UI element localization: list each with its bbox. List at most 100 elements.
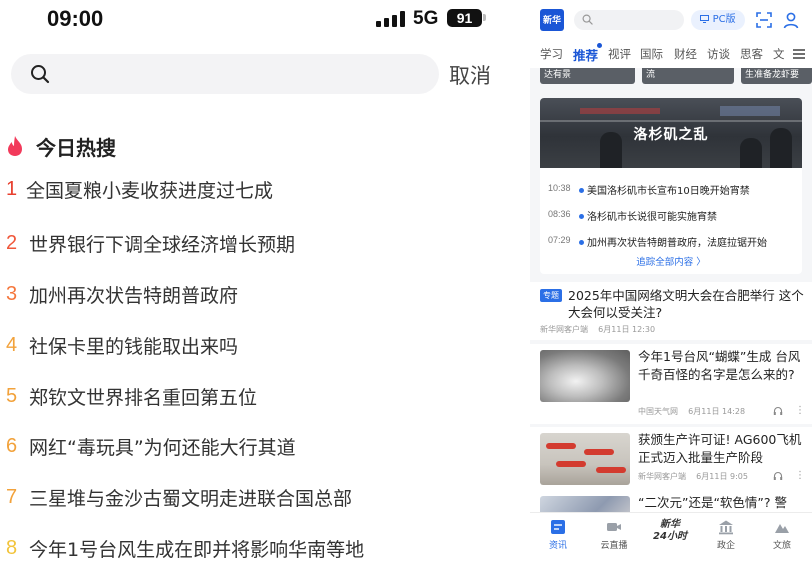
- tab-label: 政企: [716, 541, 735, 551]
- hot-rank: 5: [6, 385, 18, 407]
- special-badge: 专题: [540, 289, 562, 302]
- hot-rank: 2: [6, 232, 18, 254]
- search-icon: [582, 14, 593, 25]
- thumbnail-strip: 达有景 流 生准备龙虾要: [530, 68, 812, 86]
- channel-tabs: 学习 推荐 视评 国际 财经 访谈 思客 文: [530, 40, 812, 68]
- news-meta: 新华网客户端 6月11日 9:05: [638, 471, 748, 482]
- signal-icon: [376, 11, 406, 27]
- timeline-time: 10:38: [548, 183, 571, 193]
- tab-label: 文旅: [772, 541, 791, 551]
- user-icon[interactable]: [782, 11, 800, 29]
- tab-finance[interactable]: 财经: [674, 46, 697, 62]
- headphones-icon[interactable]: [773, 471, 783, 481]
- news-source: 新华网客户端: [638, 472, 686, 481]
- thumbnail-item[interactable]: 生准备龙虾要: [741, 68, 812, 84]
- video-camera-icon: [607, 523, 621, 531]
- thumbnail-item[interactable]: 达有景: [540, 68, 635, 84]
- timeline-text: 美国洛杉矶市长宣布10日晚开始宵禁: [587, 186, 750, 197]
- news-headline: 今年1号台风“蝴蝶”生成 台风千奇百怪的名字是怎么来的?: [638, 349, 801, 382]
- follow-all-link[interactable]: 追踪全部内容 〉: [540, 254, 802, 268]
- news-app-screen: 新华 PC版 学习 推荐 视评 国际 财经 访谈 思客 文 达有景 流 生准备龙…: [530, 0, 812, 564]
- scan-icon[interactable]: [755, 11, 773, 29]
- hot-text: 郑钦文世界排名重回第五位: [29, 387, 258, 409]
- news-item[interactable]: 今年1号台风“蝴蝶”生成 台风千奇百怪的名字是怎么来的? 中国天气网 6月11日…: [530, 344, 812, 424]
- tab-recommend[interactable]: 推荐: [573, 45, 598, 64]
- pc-version-button[interactable]: PC版: [691, 10, 745, 30]
- status-bar: 09:00 5G 91: [0, 0, 530, 40]
- timeline-dot: [579, 214, 584, 219]
- hot-rank: 7: [6, 486, 18, 508]
- topic-meta: 新华网客户端 6月11日 12:30: [540, 324, 655, 335]
- hot-text: 世界银行下调全球经济增长预期: [29, 234, 296, 256]
- battery-icon: 91: [447, 9, 482, 27]
- news-time: 6月11日 14:28: [688, 407, 746, 416]
- tab-label: 资讯: [548, 541, 567, 551]
- hot-text: 加州再次状告特朗普政府: [29, 285, 239, 307]
- tab-government[interactable]: 政企: [698, 513, 754, 564]
- tab-study[interactable]: 学习: [540, 46, 563, 62]
- header-search-box[interactable]: [574, 10, 684, 30]
- tab-live[interactable]: 云直播: [586, 513, 642, 564]
- timeline-dot: [579, 240, 584, 245]
- pc-version-label: PC版: [712, 14, 736, 25]
- thumbnail-item[interactable]: 流: [642, 68, 734, 84]
- timeline-item[interactable]: 10:38 美国洛杉矶市长宣布10日晚开始宵禁: [540, 180, 802, 200]
- more-icon[interactable]: ⋮: [795, 406, 805, 416]
- timeline-text: 洛杉矶市长说很可能实施宵禁: [587, 212, 717, 223]
- hot-rank: 8: [6, 537, 18, 559]
- building-icon: [719, 520, 733, 535]
- timeline-dot: [579, 188, 584, 193]
- tab-interview[interactable]: 访谈: [707, 46, 730, 62]
- news-thumbnail: [540, 433, 630, 485]
- timeline-text: 加州再次状告特朗普政府，法庭拉锯开始: [587, 238, 767, 249]
- hot-rank: 6: [6, 435, 18, 457]
- app-logo: 新华: [540, 9, 564, 31]
- search-box[interactable]: [11, 54, 439, 94]
- hot-rank: 4: [6, 334, 18, 356]
- news-headline: “二次元”还是“软色情”? 警: [638, 495, 788, 510]
- hot-text: 三星堆与金沙古蜀文明走进联合国总部: [29, 488, 353, 510]
- search-input[interactable]: [61, 58, 421, 90]
- tab-international[interactable]: 国际: [640, 46, 663, 62]
- tab-culture[interactable]: 文: [773, 46, 785, 62]
- news-icon: [551, 520, 565, 534]
- status-time: 09:00: [47, 6, 104, 31]
- mountain-icon: [775, 524, 789, 533]
- headphones-icon[interactable]: [773, 406, 783, 416]
- news-source: 中国天气网: [638, 407, 678, 416]
- hot-rank: 3: [6, 283, 18, 305]
- menu-icon[interactable]: [792, 47, 806, 61]
- monitor-icon: [700, 15, 710, 23]
- hot-search-screen: 09:00 5G 91 取消 今日热搜 1 全国夏粮小麦收获进度过七成 2 世界…: [0, 0, 530, 564]
- tab-24h[interactable]: 新华 24小时: [642, 513, 698, 564]
- battery-tip: [483, 14, 486, 21]
- news-source: 新华网客户端: [540, 325, 588, 334]
- timeline-time: 08:36: [548, 209, 571, 219]
- timeline-item[interactable]: 08:36 洛杉矶市长说很可能实施宵禁: [540, 206, 802, 226]
- tab-video-review[interactable]: 视评: [608, 46, 631, 62]
- hot-search-title: 今日热搜: [36, 136, 116, 160]
- tab-thinker[interactable]: 思客: [740, 46, 763, 62]
- news-time: 6月11日 12:30: [598, 325, 656, 334]
- topic-headline: 2025年中国网络文明大会在合肥举行 这个大会何以受关注?: [568, 288, 804, 320]
- tab-news[interactable]: 资讯: [530, 513, 586, 564]
- hot-rank: 1: [6, 178, 18, 200]
- hot-text: 全国夏粮小麦收获进度过七成: [26, 180, 274, 202]
- special-topic-item[interactable]: 专题 2025年中国网络文明大会在合肥举行 这个大会何以受关注? 新华网客户端 …: [530, 282, 812, 340]
- search-icon: [31, 65, 50, 84]
- tab-label: 云直播: [600, 541, 628, 551]
- app-header: 新华 PC版: [530, 0, 812, 40]
- news-meta: 中国天气网 6月11日 14:28: [638, 406, 745, 417]
- cancel-button[interactable]: 取消: [449, 60, 491, 90]
- topic-title: 洛杉矶之乱: [633, 127, 709, 143]
- tab-culture-travel[interactable]: 文旅: [754, 513, 810, 564]
- network-type: 5G: [413, 8, 439, 29]
- hot-text: 网红“毒玩具”为何还能大行其道: [29, 437, 296, 459]
- news-headline: 获颁生产许可证! AG600飞机正式迈入批量生产阶段: [638, 432, 802, 465]
- bottom-tab-bar: 资讯 云直播 新华 24小时 政企 文旅: [530, 512, 812, 564]
- flame-icon: [8, 136, 22, 156]
- timeline-item[interactable]: 07:29 加州再次状告特朗普政府，法庭拉锯开始: [540, 232, 802, 252]
- topic-card-la[interactable]: 洛杉矶之乱 10:38 美国洛杉矶市长宣布10日晚开始宵禁 08:36 洛杉矶市…: [540, 98, 802, 274]
- hot-text: 社保卡里的钱能取出来吗: [29, 336, 239, 358]
- more-icon[interactable]: ⋮: [795, 471, 805, 481]
